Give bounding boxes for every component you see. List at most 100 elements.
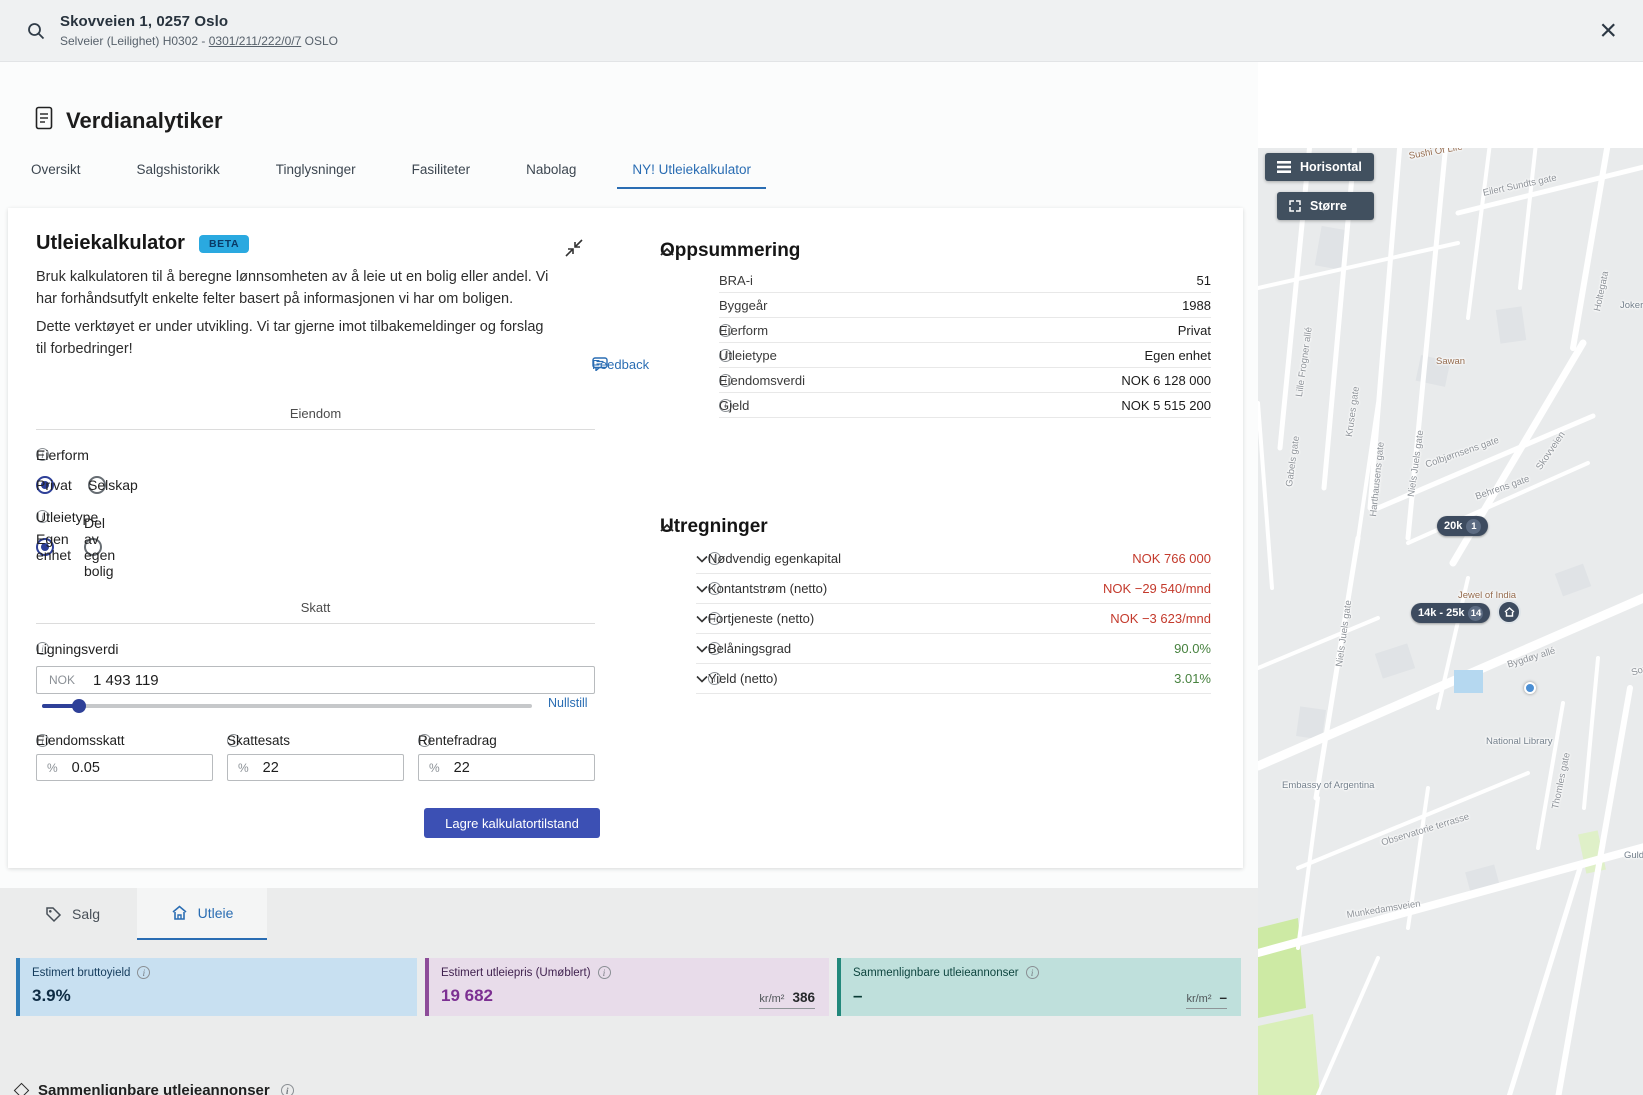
property-subtitle: Selveier (Leilighet) H0302 - 0301/211/22… bbox=[60, 34, 1599, 48]
tab-utleie[interactable]: Utleie bbox=[137, 888, 267, 940]
row-label: Nødvendig egenkapital bbox=[708, 551, 841, 566]
radio-egen-enhet[interactable]: Egen enhet bbox=[36, 538, 54, 556]
tab-fasiliteter[interactable]: Fasiliteter bbox=[397, 152, 486, 189]
utregninger-header[interactable]: Utregninger bbox=[660, 516, 768, 538]
info-icon[interactable] bbox=[1026, 966, 1039, 979]
radio-privat[interactable]: Privat bbox=[36, 476, 54, 494]
oppsummering-header[interactable]: Oppsummering bbox=[660, 240, 800, 262]
skattesats-label: Skattesats bbox=[227, 733, 290, 748]
table-row: BRA-i51 bbox=[719, 268, 1211, 293]
sammenlignbare-heading: Sammenlignbare utleieannonser bbox=[16, 1082, 294, 1095]
row-label: Byggeår bbox=[719, 298, 767, 313]
row-label: Eiendomsverdi bbox=[719, 373, 805, 388]
card-label: Estimert utleiepris (Umøblert) bbox=[441, 967, 591, 979]
card-unit-value: 386 bbox=[792, 990, 815, 1005]
price-marker-14k-25k[interactable]: 14k - 25k 14 bbox=[1411, 603, 1490, 623]
info-icon[interactable] bbox=[281, 1084, 294, 1095]
chevron-down-icon bbox=[696, 585, 708, 593]
percent-prefix: % bbox=[238, 761, 249, 775]
row-value: NOK −29 540/mnd bbox=[1103, 581, 1211, 596]
sammenlignbare-heading-label: Sammenlignbare utleieannonser bbox=[38, 1082, 270, 1095]
eierform-label: Eierform bbox=[36, 447, 89, 463]
save-button[interactable]: Lagre kalkulatortilstand bbox=[424, 808, 600, 838]
row-value: NOK −3 623/mnd bbox=[1110, 611, 1211, 626]
rentefradrag-field: % bbox=[418, 754, 595, 781]
marker-count-badge: 14 bbox=[1468, 606, 1483, 621]
storre-label: Større bbox=[1310, 199, 1347, 213]
property-header-bar: Skovveien 1, 0257 Oslo Selveier (Leiligh… bbox=[0, 0, 1643, 62]
document-icon bbox=[34, 106, 54, 135]
property-type-text: Selveier (Leilighet) H0302 - bbox=[60, 34, 209, 48]
eiendomsskatt-input[interactable] bbox=[72, 760, 202, 776]
row-label: Eierform bbox=[719, 323, 768, 338]
search-icon[interactable] bbox=[26, 21, 46, 41]
radio-del-av-egen-bolig-label: Del av egen bolig bbox=[84, 515, 115, 579]
home-marker-icon[interactable] bbox=[1497, 600, 1521, 624]
card-value: – bbox=[853, 986, 1229, 1006]
eiendomsskatt-label: Eiendomsskatt bbox=[36, 733, 125, 748]
slider-thumb[interactable] bbox=[72, 699, 86, 713]
page-header: Verdianalytiker bbox=[34, 106, 223, 135]
tab-salg[interactable]: Salg bbox=[8, 888, 137, 940]
marker-count-badge: 1 bbox=[1466, 519, 1481, 534]
price-marker-20k[interactable]: 20k 1 bbox=[1437, 516, 1488, 536]
row-label: Yield (netto) bbox=[708, 671, 778, 686]
rentefradrag-input[interactable] bbox=[454, 760, 584, 776]
card-unit-label: kr/m² bbox=[759, 993, 784, 1005]
map[interactable]: Sushi Of Life Eilert Sundts gate Holtega… bbox=[1258, 148, 1643, 1095]
row-value: Egen enhet bbox=[1144, 348, 1211, 363]
row-value: 90.0% bbox=[1174, 641, 1211, 656]
divider bbox=[36, 429, 595, 430]
oppsummering-title: Oppsummering bbox=[660, 240, 800, 262]
info-icon[interactable] bbox=[137, 966, 150, 979]
utleiepris-card: Estimert utleiepris (Umøblert) 19 682 kr… bbox=[425, 958, 829, 1016]
diamond-icon bbox=[14, 1083, 30, 1095]
table-row[interactable]: Yield (netto) 3.01% bbox=[696, 664, 1211, 694]
location-dot bbox=[1524, 682, 1536, 694]
tab-salgshistorikk[interactable]: Salgshistorikk bbox=[122, 152, 235, 189]
summary-table: BRA-i51 Byggeår1988 Eierform Privat Utlei… bbox=[719, 268, 1211, 418]
tab-oversikt[interactable]: Oversikt bbox=[16, 152, 96, 189]
tab-utleie-label: Utleie bbox=[198, 905, 234, 921]
tab-nabolag[interactable]: Nabolag bbox=[511, 152, 591, 189]
ligningsverdi-input[interactable] bbox=[93, 672, 582, 689]
table-row[interactable]: Kontantstrøm (netto) NOK −29 540/mnd bbox=[696, 574, 1211, 604]
row-value: Privat bbox=[1178, 323, 1211, 338]
info-icon[interactable] bbox=[598, 966, 611, 979]
bottom-section: Salg Utleie Estimert bruttoyield 3.9% Es… bbox=[0, 888, 1258, 1095]
main-pane: Verdianalytiker Oversikt Salgshistorikk … bbox=[0, 62, 1258, 1095]
row-value: 3.01% bbox=[1174, 671, 1211, 686]
calculator-description-1: Bruk kalkulatoren til å beregne lønnsomh… bbox=[36, 266, 554, 311]
close-icon[interactable] bbox=[1599, 16, 1617, 46]
horisontal-label: Horisontal bbox=[1300, 160, 1362, 174]
nullstill-link[interactable]: Nullstill bbox=[548, 696, 588, 710]
tab-tinglysninger[interactable]: Tinglysninger bbox=[261, 152, 371, 189]
ligningsverdi-slider[interactable] bbox=[42, 704, 532, 708]
row-value: 51 bbox=[1197, 273, 1211, 288]
table-row[interactable]: Belåningsgrad 90.0% bbox=[696, 634, 1211, 664]
card-unit-value: – bbox=[1219, 990, 1227, 1005]
row-label: Utleietype bbox=[719, 348, 777, 363]
feedback-label: Feedback bbox=[592, 357, 649, 372]
skattesats-input[interactable] bbox=[263, 760, 393, 776]
radio-del-av-egen-bolig[interactable]: Del av egen bolig bbox=[84, 538, 102, 556]
storre-button[interactable]: Større bbox=[1277, 192, 1374, 220]
property-city-text: OSLO bbox=[301, 34, 338, 48]
row-label: Kontantstrøm (netto) bbox=[708, 581, 827, 596]
horisontal-button[interactable]: Horisontal bbox=[1265, 153, 1374, 181]
rentefradrag-label: Rentefradrag bbox=[418, 733, 497, 748]
expand-icon bbox=[1289, 200, 1301, 212]
table-row: Utleietype Egen enhet bbox=[719, 343, 1211, 368]
table-row[interactable]: Fortjeneste (netto) NOK −3 623/mnd bbox=[696, 604, 1211, 634]
table-row: Byggeår1988 bbox=[719, 293, 1211, 318]
radio-selskap[interactable]: Selskap bbox=[88, 476, 106, 494]
cadastral-link[interactable]: 0301/211/222/0/7 bbox=[209, 34, 302, 48]
chevron-up-icon bbox=[660, 523, 674, 532]
table-row: Eierform Privat bbox=[719, 318, 1211, 343]
calculator-title: Utleiekalkulator bbox=[36, 232, 185, 255]
tab-utleiekalkulator[interactable]: NY! Utleiekalkulator bbox=[617, 152, 766, 189]
row-label: Fortjeneste (netto) bbox=[708, 611, 814, 626]
skattesats-field: % bbox=[227, 754, 404, 781]
map-label: Joker Bris bbox=[1620, 300, 1643, 311]
table-row[interactable]: Nødvendig egenkapital NOK 766 000 bbox=[696, 544, 1211, 574]
